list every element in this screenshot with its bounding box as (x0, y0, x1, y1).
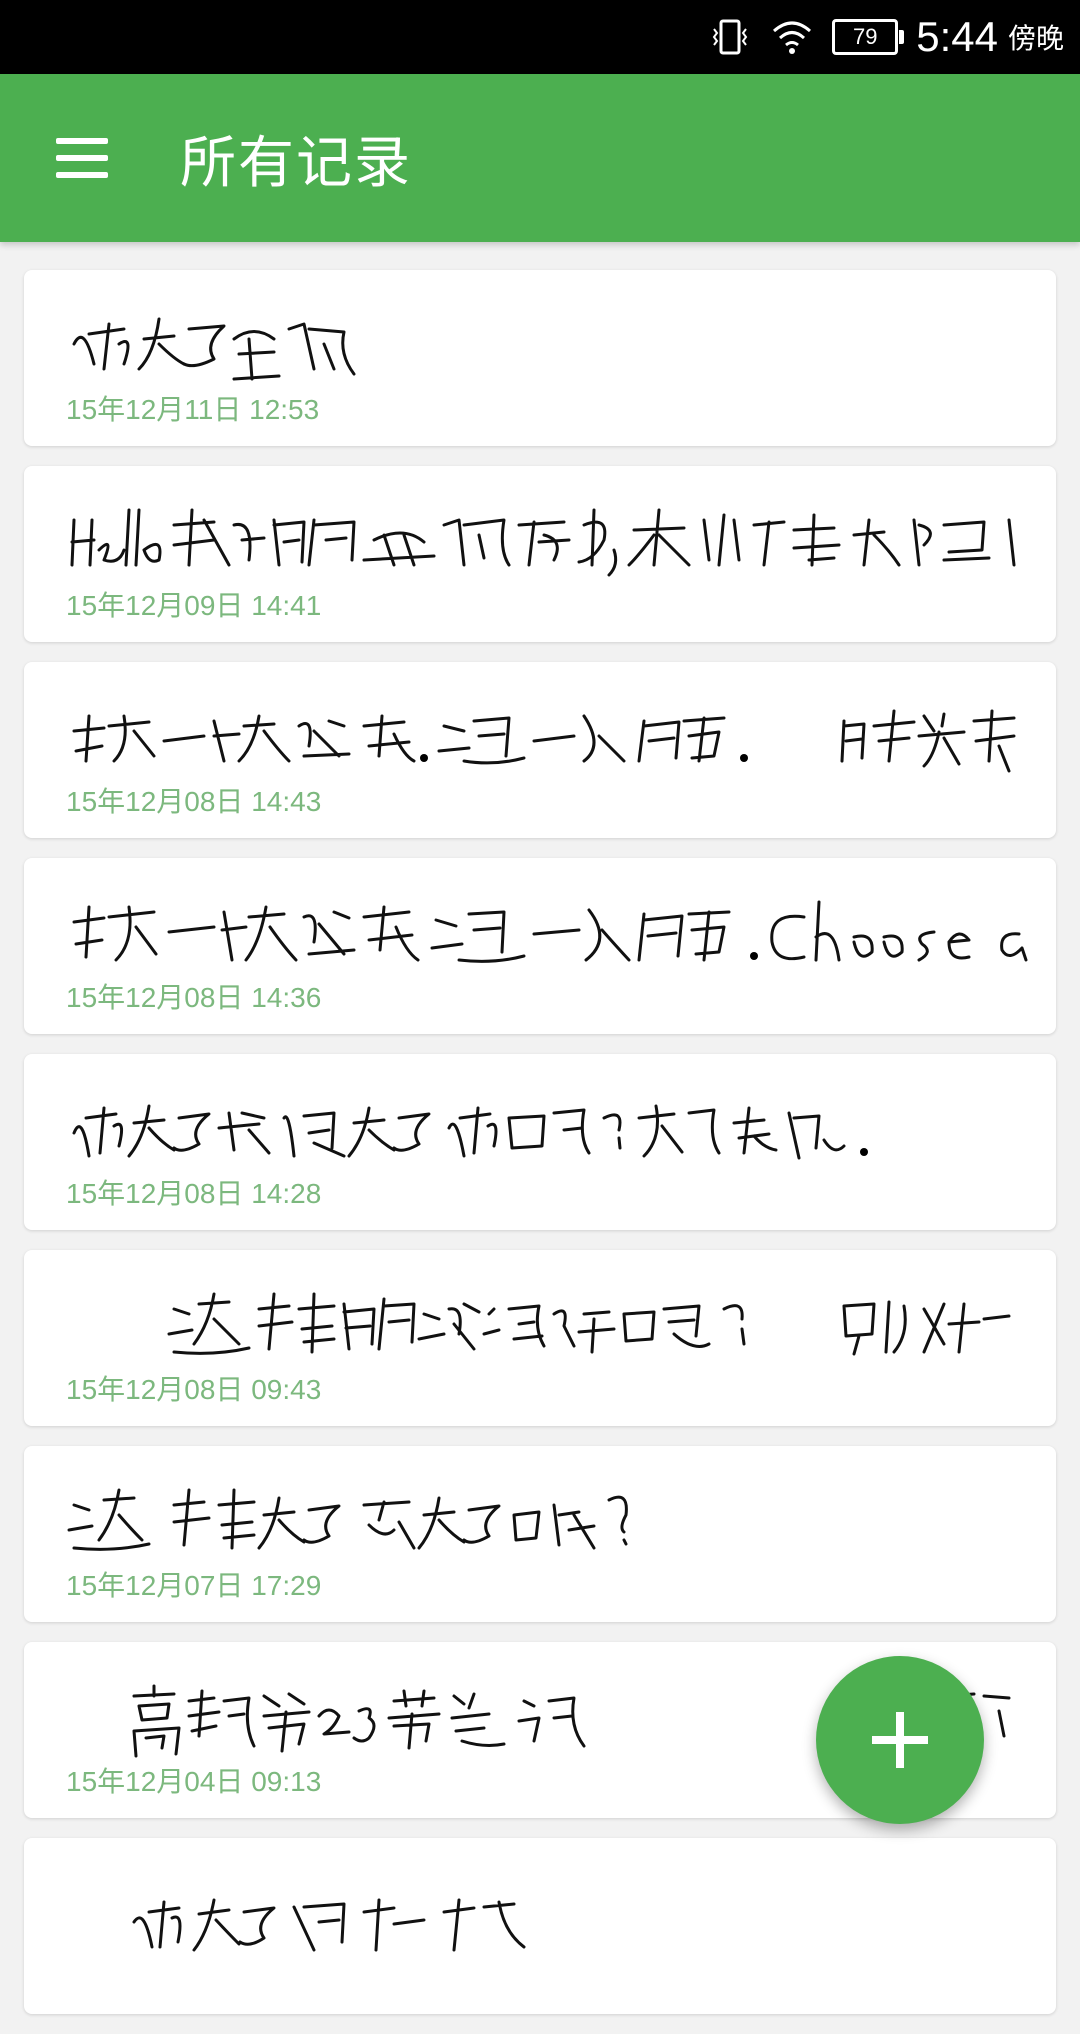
page-title: 所有记录 (180, 131, 412, 196)
note-card[interactable]: 15年12月08日 14:28 (24, 1054, 1056, 1230)
handwriting-preview (72, 900, 1028, 963)
handwriting-preview (70, 508, 1016, 577)
note-card[interactable]: 15年12月11日 12:53 (24, 270, 1056, 446)
handwriting-preview (72, 709, 1016, 773)
clock-period: 傍晚 (1007, 22, 1064, 55)
hamburger-menu-icon[interactable] (52, 130, 112, 186)
note-date: 15年12月07日 17:29 (66, 1570, 322, 1601)
status-bar: 79 5:44 傍晚 (0, 0, 1080, 74)
note-date: 15年12月08日 14:36 (66, 982, 322, 1013)
add-note-button[interactable] (816, 1656, 984, 1824)
handwriting-preview (72, 317, 356, 381)
note-card[interactable]: 15年12月09日 14:41 (24, 466, 1056, 642)
handwriting-preview (67, 1488, 628, 1551)
handwriting-preview (167, 1292, 1011, 1356)
battery-icon: 79 (832, 19, 905, 55)
note-date: 15年12月09日 14:41 (66, 590, 322, 621)
note-date: 15年12月08日 14:28 (66, 1178, 322, 1209)
note-card[interactable]: 15年12月08日 14:36 (24, 858, 1056, 1034)
note-date: 15年12月08日 09:43 (66, 1374, 322, 1405)
note-card[interactable] (24, 1838, 1056, 2014)
note-date: 15年12月08日 14:43 (66, 786, 322, 817)
clock: 5:44 (916, 13, 998, 60)
handwriting-preview (72, 1104, 868, 1160)
app-bar: 所有记录 (0, 74, 1080, 242)
vibrate-icon (712, 19, 748, 55)
note-date: 15年12月11日 12:53 (66, 394, 320, 425)
note-card[interactable]: 15年12月08日 09:43 (24, 1250, 1056, 1426)
wifi-icon (773, 21, 812, 54)
note-card[interactable]: 15年12月07日 17:29 (24, 1446, 1056, 1622)
note-card[interactable]: 15年12月08日 14:43 (24, 662, 1056, 838)
handwriting-preview (132, 1898, 526, 1952)
note-date: 15年12月04日 09:13 (66, 1766, 322, 1797)
